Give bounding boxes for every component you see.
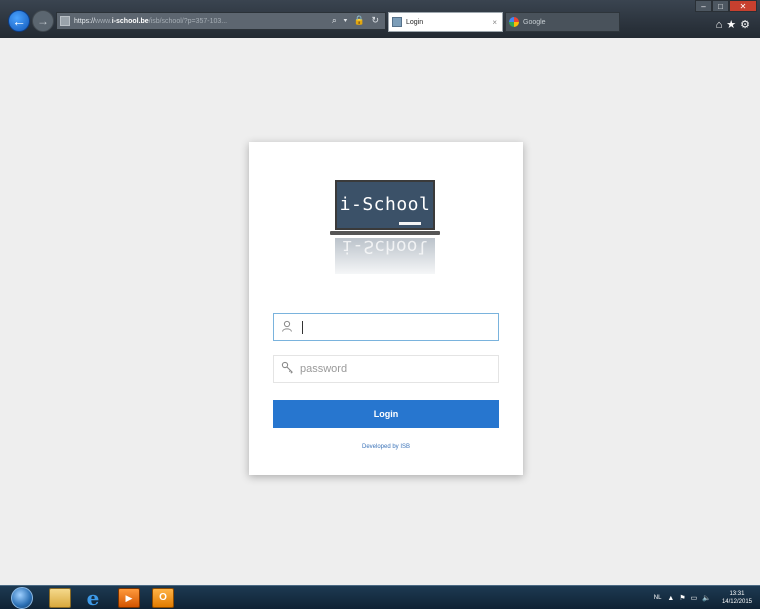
tab-login-label: Login xyxy=(406,18,424,26)
action-center-flag-icon[interactable]: ⚑ xyxy=(679,594,685,602)
school-logo: i-School i-School xyxy=(330,180,440,278)
logo-reflection-text: i-School xyxy=(341,238,429,257)
window-controls: – □ ✕ xyxy=(695,0,757,12)
tab-close-icon[interactable]: × xyxy=(492,18,497,27)
google-favicon-icon xyxy=(509,17,519,27)
url-text: https://www.i-school.be/isb/school/?p=35… xyxy=(74,17,228,25)
outlook-icon[interactable]: O xyxy=(152,588,174,608)
user-icon xyxy=(274,320,300,335)
network-icon[interactable]: ▭ xyxy=(691,594,698,602)
address-bar[interactable]: https://www.i-school.be/isb/school/?p=35… xyxy=(56,12,386,30)
windows-taskbar: e ▶ O NL ▲ ⚑ ▭ 🔈 13:31 14/12/2015 xyxy=(0,585,760,609)
browser-toolbar-icons: ⌂★⚙ xyxy=(716,18,754,31)
password-input[interactable] xyxy=(300,357,498,381)
chalkboard: i-School xyxy=(335,180,435,230)
logo-text: i-School xyxy=(339,194,431,215)
minimize-button[interactable]: – xyxy=(695,0,712,12)
tab-google-label: Google xyxy=(523,18,546,26)
chalk xyxy=(399,222,421,225)
chalkboard-ledge xyxy=(330,231,440,235)
browser-chrome: ← → https://www.i-school.be/isb/school/?… xyxy=(0,0,760,38)
home-icon[interactable]: ⌂ xyxy=(716,19,727,31)
media-player-icon[interactable]: ▶ xyxy=(118,588,140,608)
forward-arrow-icon: → xyxy=(37,14,49,28)
clock-date: 14/12/2015 xyxy=(721,599,752,605)
password-field[interactable] xyxy=(273,355,499,383)
logo-reflection: i-School xyxy=(335,238,435,274)
volume-icon[interactable]: 🔈 xyxy=(702,594,711,602)
tab-google[interactable]: Google xyxy=(505,12,620,32)
tab-login[interactable]: Login × xyxy=(388,12,503,32)
gear-icon[interactable]: ⚙ xyxy=(740,19,754,31)
developer-credit-link[interactable]: Developed by ISB xyxy=(249,444,523,450)
username-input[interactable] xyxy=(303,315,498,339)
clock-time: 13:31 xyxy=(729,591,745,597)
back-arrow-icon: ← xyxy=(12,13,26,29)
star-icon[interactable]: ★ xyxy=(726,19,740,31)
key-icon xyxy=(274,361,300,377)
show-hidden-icons-icon[interactable]: ▲ xyxy=(667,595,674,602)
language-indicator[interactable]: NL xyxy=(654,595,662,601)
school-favicon-icon xyxy=(392,17,402,27)
login-card: i-School i-School Login Developed by ISB xyxy=(249,142,523,475)
forward-button[interactable]: → xyxy=(32,10,54,32)
page-favicon-icon xyxy=(60,16,70,26)
maximize-button[interactable]: □ xyxy=(712,0,729,12)
system-tray: NL ▲ ⚑ ▭ 🔈 13:31 14/12/2015 xyxy=(654,589,752,607)
start-button[interactable] xyxy=(11,587,33,609)
address-bar-actions[interactable]: ⌕ ▾ 🔒 ↻ xyxy=(332,15,381,26)
close-window-button[interactable]: ✕ xyxy=(729,0,757,12)
file-explorer-icon[interactable] xyxy=(49,588,71,608)
login-button[interactable]: Login xyxy=(273,400,499,428)
username-field[interactable] xyxy=(273,313,499,341)
back-button[interactable]: ← xyxy=(8,10,30,32)
internet-explorer-icon[interactable]: e xyxy=(82,588,104,608)
clock[interactable]: 13:31 14/12/2015 xyxy=(722,590,752,606)
